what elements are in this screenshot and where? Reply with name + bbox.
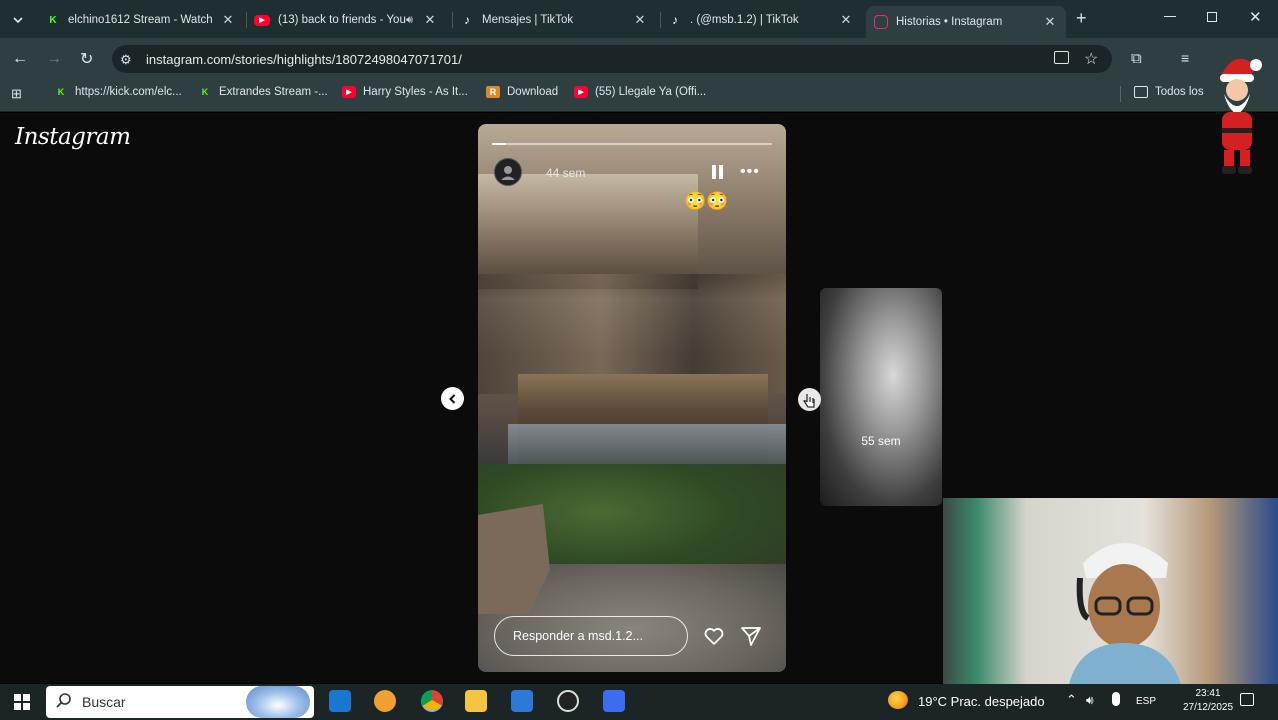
obs-icon[interactable]: [557, 690, 579, 712]
pause-icon[interactable]: [712, 165, 724, 179]
notifications-icon[interactable]: [1240, 693, 1254, 706]
bookmark-download[interactable]: R Download: [486, 86, 558, 98]
more-options-icon[interactable]: •••: [740, 164, 760, 180]
tiktok-icon: ♪: [464, 13, 470, 27]
restore-button[interactable]: [1207, 12, 1217, 22]
kick-icon: K: [201, 87, 209, 97]
heart-icon[interactable]: [702, 624, 726, 648]
clock-time: 23:41: [1195, 688, 1221, 699]
close-icon[interactable]: ✕: [1042, 14, 1058, 30]
tab-youtube[interactable]: ▶ (13) back to friends - You 🔊︎ ✕: [246, 6, 446, 34]
store-icon[interactable]: [511, 690, 533, 712]
hand-cursor-icon: [803, 394, 815, 408]
instagram-icon: [874, 15, 888, 29]
app-blue-icon[interactable]: [603, 690, 625, 712]
avatar[interactable]: [494, 158, 522, 186]
webcam-overlay: [943, 498, 1278, 686]
media-control-icon[interactable]: ≡: [1181, 50, 1189, 66]
next-story-button[interactable]: [798, 388, 821, 411]
close-icon[interactable]: ✕: [220, 12, 236, 28]
download-icon: R: [486, 86, 500, 98]
language-indicator[interactable]: ESP: [1136, 696, 1156, 707]
story-progress-fill: [492, 143, 506, 145]
microphone-icon[interactable]: [1112, 692, 1120, 706]
tiktok-icon: ♪: [672, 13, 678, 27]
weather-icon[interactable]: [888, 691, 908, 709]
story-media[interactable]: [478, 124, 786, 672]
minimize-button[interactable]: [1164, 10, 1176, 22]
bookmarks-divider: [1120, 86, 1121, 102]
story-progress-bar: [492, 143, 772, 145]
santa-sticker-icon: [1220, 58, 1262, 174]
close-window-button[interactable]: ✕: [1249, 8, 1262, 26]
medal-app-icon[interactable]: [374, 690, 396, 712]
instagram-logo[interactable]: Instagram: [15, 124, 131, 150]
kick-icon: K: [49, 14, 57, 26]
close-icon[interactable]: ✕: [632, 12, 648, 28]
show-hidden-icons[interactable]: ⌃: [1066, 692, 1077, 708]
reload-button[interactable]: ↻: [80, 49, 93, 69]
folder-icon: [1134, 86, 1148, 98]
next-story-preview[interactable]: [820, 288, 942, 506]
taskbar-clock[interactable]: 23:41 27/12/2025: [1180, 687, 1236, 715]
person-silhouette-icon: [1068, 543, 1182, 686]
youtube-icon: ▶: [342, 86, 356, 98]
reply-input[interactable]: Responder a msd.1.2...: [494, 616, 688, 656]
weather-text[interactable]: 19°C Prac. despejado: [918, 694, 1045, 709]
apps-icon[interactable]: ⊞: [11, 86, 22, 102]
close-icon[interactable]: ✕: [838, 12, 854, 28]
kick-icon: K: [57, 87, 65, 97]
close-icon[interactable]: ✕: [422, 12, 438, 28]
outlook-icon[interactable]: [329, 690, 351, 712]
reply-placeholder: Responder a msd.1.2...: [513, 629, 643, 643]
search-highlight-image: [246, 686, 310, 718]
site-info-icon[interactable]: ⚙: [120, 52, 132, 68]
file-explorer-icon[interactable]: [465, 690, 487, 712]
user-silhouette-icon: [501, 166, 515, 180]
extensions-icon[interactable]: ⧉: [1131, 50, 1142, 67]
search-icon: [56, 693, 71, 708]
tab-tiktok-profile[interactable]: ♪ . (@msb.1.2) | TikTok ✕: [660, 6, 862, 34]
youtube-icon: ▶: [574, 86, 588, 98]
bookmark-extrandes[interactable]: K Extrandes Stream -...: [198, 86, 328, 98]
all-bookmarks-folder[interactable]: Todos los: [1134, 86, 1204, 98]
chevron-down-icon: [13, 17, 23, 24]
install-app-icon[interactable]: [1054, 51, 1069, 64]
chevron-left-icon: [448, 393, 455, 404]
windows-logo-icon: [14, 694, 30, 710]
bookmark-llegale-ya[interactable]: ▶ (55) Llegale Ya (Offi...: [574, 86, 706, 98]
url-text[interactable]: instagram.com/stories/highlights/1807249…: [146, 52, 462, 67]
bookmark-kick[interactable]: Khttps://kick.com/elc...: [54, 86, 182, 98]
youtube-icon: ▶: [254, 14, 270, 26]
tab-kick-stream[interactable]: K elchino1612 Stream - Watch ✕: [38, 6, 244, 34]
star-icon[interactable]: ☆: [1084, 49, 1098, 69]
bookmark-harry-styles[interactable]: ▶ Harry Styles - As It...: [342, 86, 468, 98]
clock-date: 27/12/2025: [1182, 702, 1234, 713]
send-icon[interactable]: [739, 624, 763, 648]
forward-button[interactable]: →: [46, 50, 62, 68]
chrome-icon[interactable]: [421, 690, 443, 712]
previous-story-button[interactable]: [441, 387, 464, 410]
search-placeholder: Buscar: [82, 694, 126, 710]
story-timestamp: 44 sem: [546, 166, 586, 180]
speaker-icon[interactable]: 🔊︎: [406, 14, 422, 27]
next-story-timestamp: 55 sem: [861, 434, 901, 448]
back-button[interactable]: ←: [12, 50, 28, 68]
tab-search-button[interactable]: [8, 10, 28, 30]
start-button[interactable]: [14, 694, 30, 710]
tab-instagram-stories[interactable]: Historias • Instagram ✕: [866, 6, 1066, 38]
story-emoji-sticker: 😳😳: [684, 191, 729, 211]
volume-icon[interactable]: 🔊︎: [1086, 693, 1094, 708]
new-tab-button[interactable]: +: [1076, 8, 1087, 29]
tab-tiktok-messages[interactable]: ♪ Mensajes | TikTok ✕: [452, 6, 656, 34]
plus-icon: +: [1076, 8, 1087, 28]
